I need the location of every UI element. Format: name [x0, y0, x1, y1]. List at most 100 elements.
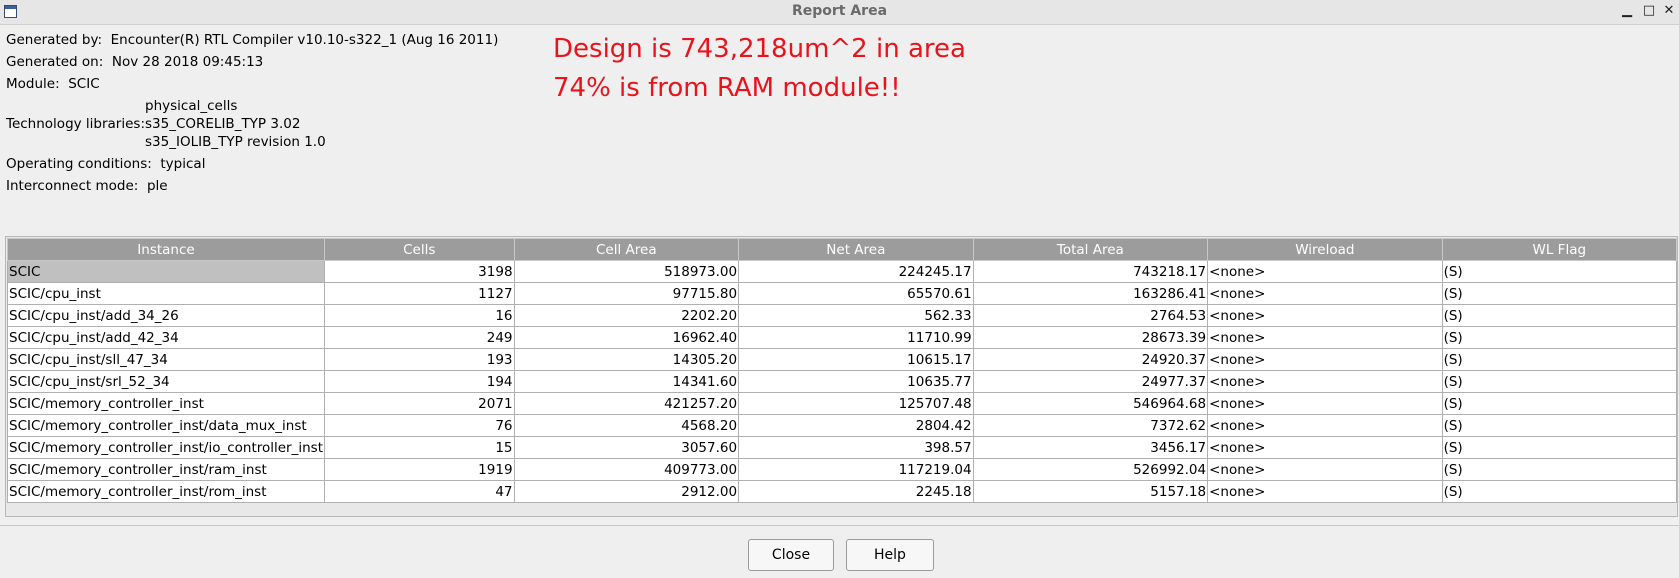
- table-cell: SCIC/memory_controller_inst/io_controlle…: [7, 436, 325, 459]
- generated-on-label: Generated on:: [6, 54, 104, 70]
- minimize-icon[interactable]: ▁: [1619, 3, 1635, 19]
- table-cell: 11710.99: [738, 326, 974, 349]
- table-cell: 224245.17: [738, 260, 974, 283]
- area-report-table: Instance Cells Cell Area Net Area Total …: [7, 238, 1678, 503]
- interconnect-row: Interconnect mode: ple: [6, 178, 168, 194]
- table-cell: 117219.04: [738, 458, 974, 481]
- generated-by-row: Generated by: Encounter(R) RTL Compiler …: [6, 32, 498, 48]
- table-header-row: Instance Cells Cell Area Net Area Total …: [7, 238, 1678, 261]
- tech-lib-2: s35_CORELIB_TYP 3.02: [145, 116, 301, 132]
- table-cell: 2071: [324, 392, 515, 415]
- table-row[interactable]: SCIC/cpu_inst/srl_52_34 194 14341.60 10635.…: [7, 370, 1678, 393]
- table-cell: <none>: [1207, 282, 1443, 305]
- table-cell: 14305.20: [513, 348, 740, 371]
- table-cell: <none>: [1207, 414, 1443, 437]
- table-cell: (S): [1441, 436, 1678, 459]
- table-row[interactable]: SCIC/memory_controller_inst/io_controlle…: [7, 436, 1678, 459]
- table-row[interactable]: SCIC/cpu_inst 1127 97715.80 65570.61 163286.…: [7, 282, 1678, 305]
- table-cell: 24977.37: [972, 370, 1209, 393]
- table-cell: 47: [324, 480, 515, 503]
- table-cell: <none>: [1207, 480, 1443, 503]
- header-cell-area[interactable]: Cell Area: [513, 238, 740, 261]
- operating-value: typical: [160, 156, 206, 172]
- table-cell: <none>: [1207, 260, 1443, 283]
- header-wl-flag[interactable]: WL Flag: [1441, 238, 1678, 261]
- table-cell: (S): [1441, 414, 1678, 437]
- table-cell: 3456.17: [972, 436, 1209, 459]
- table-cell: <none>: [1207, 458, 1443, 481]
- table-cell: SCIC: [7, 260, 325, 283]
- table-cell: SCIC/memory_controller_inst: [7, 392, 325, 415]
- table-cell: 421257.20: [513, 392, 740, 415]
- generated-on-row: Generated on: Nov 28 2018 09:45:13: [6, 54, 263, 70]
- table-row[interactable]: SCIC/cpu_inst/add_34_26 16 2202.20 562.33 27…: [7, 304, 1678, 327]
- table-cell: 193: [324, 348, 515, 371]
- tech-libs-label: Technology libraries:: [6, 116, 145, 132]
- table-cell: SCIC/cpu_inst/srl_52_34: [7, 370, 325, 393]
- table-cell: SCIC/memory_controller_inst/ram_inst: [7, 458, 325, 481]
- table-cell: 24920.37: [972, 348, 1209, 371]
- table-cell: 409773.00: [513, 458, 740, 481]
- table-cell: 398.57: [738, 436, 974, 459]
- table-cell: 4568.20: [513, 414, 740, 437]
- table-cell: 163286.41: [972, 282, 1209, 305]
- module-value: SCIC: [68, 76, 100, 92]
- operating-conditions-row: Operating conditions: typical: [6, 156, 205, 172]
- table-row[interactable]: SCIC/cpu_inst/add_42_34 249 16962.40 11710.…: [7, 326, 1678, 349]
- title-bar: Report Area ▁ □ ✕: [0, 0, 1679, 25]
- table-cell: SCIC/cpu_inst/sll_47_34: [7, 348, 325, 371]
- table-cell: 3198: [324, 260, 515, 283]
- header-cells[interactable]: Cells: [324, 238, 515, 261]
- table-cell: 97715.80: [513, 282, 740, 305]
- close-icon[interactable]: ✕: [1661, 3, 1677, 19]
- table-cell: 194: [324, 370, 515, 393]
- table-cell: SCIC/cpu_inst/add_34_26: [7, 304, 325, 327]
- window-title: Report Area: [791, 3, 888, 19]
- module-label: Module:: [6, 76, 60, 92]
- table-cell: SCIC/memory_controller_inst/data_mux_ins…: [7, 414, 325, 437]
- header-instance[interactable]: Instance: [7, 238, 325, 261]
- table-cell: (S): [1441, 260, 1678, 283]
- table-cell: 15: [324, 436, 515, 459]
- operating-label: Operating conditions:: [6, 156, 152, 172]
- header-wireload[interactable]: Wireload: [1207, 238, 1443, 261]
- table-row[interactable]: SCIC 3198 518973.00 224245.17 743218.17 <none…: [7, 260, 1678, 283]
- table-row[interactable]: SCIC/cpu_inst/sll_47_34 193 14305.20 10615.…: [7, 348, 1678, 371]
- table-row[interactable]: SCIC/memory_controller_inst/data_mux_ins…: [7, 414, 1678, 437]
- table-row[interactable]: SCIC/memory_controller_inst/ram_inst 1919…: [7, 458, 1678, 481]
- table-cell: 526992.04: [972, 458, 1209, 481]
- table-row[interactable]: SCIC/memory_controller_inst/rom_inst 47 29…: [7, 480, 1678, 503]
- header-net-area[interactable]: Net Area: [738, 238, 974, 261]
- header-total-area[interactable]: Total Area: [972, 238, 1209, 261]
- table-cell: 562.33: [738, 304, 974, 327]
- table-cell: 249: [324, 326, 515, 349]
- table-cell: SCIC/cpu_inst: [7, 282, 325, 305]
- table-cell: 10635.77: [738, 370, 974, 393]
- table-cell: (S): [1441, 304, 1678, 327]
- table-cell: 2804.42: [738, 414, 974, 437]
- table-cell: SCIC/cpu_inst/add_42_34: [7, 326, 325, 349]
- table-row[interactable]: SCIC/memory_controller_inst 2071 421257.20…: [7, 392, 1678, 415]
- table-cell: 7372.62: [972, 414, 1209, 437]
- table-cell: SCIC/memory_controller_inst/rom_inst: [7, 480, 325, 503]
- table-cell: 125707.48: [738, 392, 974, 415]
- close-button[interactable]: Close: [748, 539, 834, 571]
- table-cell: 10615.17: [738, 348, 974, 371]
- table-cell: <none>: [1207, 436, 1443, 459]
- table-cell: (S): [1441, 370, 1678, 393]
- table-cell: 76: [324, 414, 515, 437]
- help-button[interactable]: Help: [846, 539, 934, 571]
- module-row: Module: SCIC: [6, 76, 100, 92]
- maximize-icon[interactable]: □: [1641, 3, 1657, 19]
- footer-separator: [0, 525, 1679, 526]
- table-cell: 16962.40: [513, 326, 740, 349]
- table-cell: 2202.20: [513, 304, 740, 327]
- table-cell: (S): [1441, 458, 1678, 481]
- table-cell: 518973.00: [513, 260, 740, 283]
- table-cell: (S): [1441, 282, 1678, 305]
- table-cell: <none>: [1207, 326, 1443, 349]
- area-report-table-panel[interactable]: Instance Cells Cell Area Net Area Total …: [5, 236, 1678, 517]
- interconnect-label: Interconnect mode:: [6, 178, 139, 194]
- table-cell: 14341.60: [513, 370, 740, 393]
- table-cell: 546964.68: [972, 392, 1209, 415]
